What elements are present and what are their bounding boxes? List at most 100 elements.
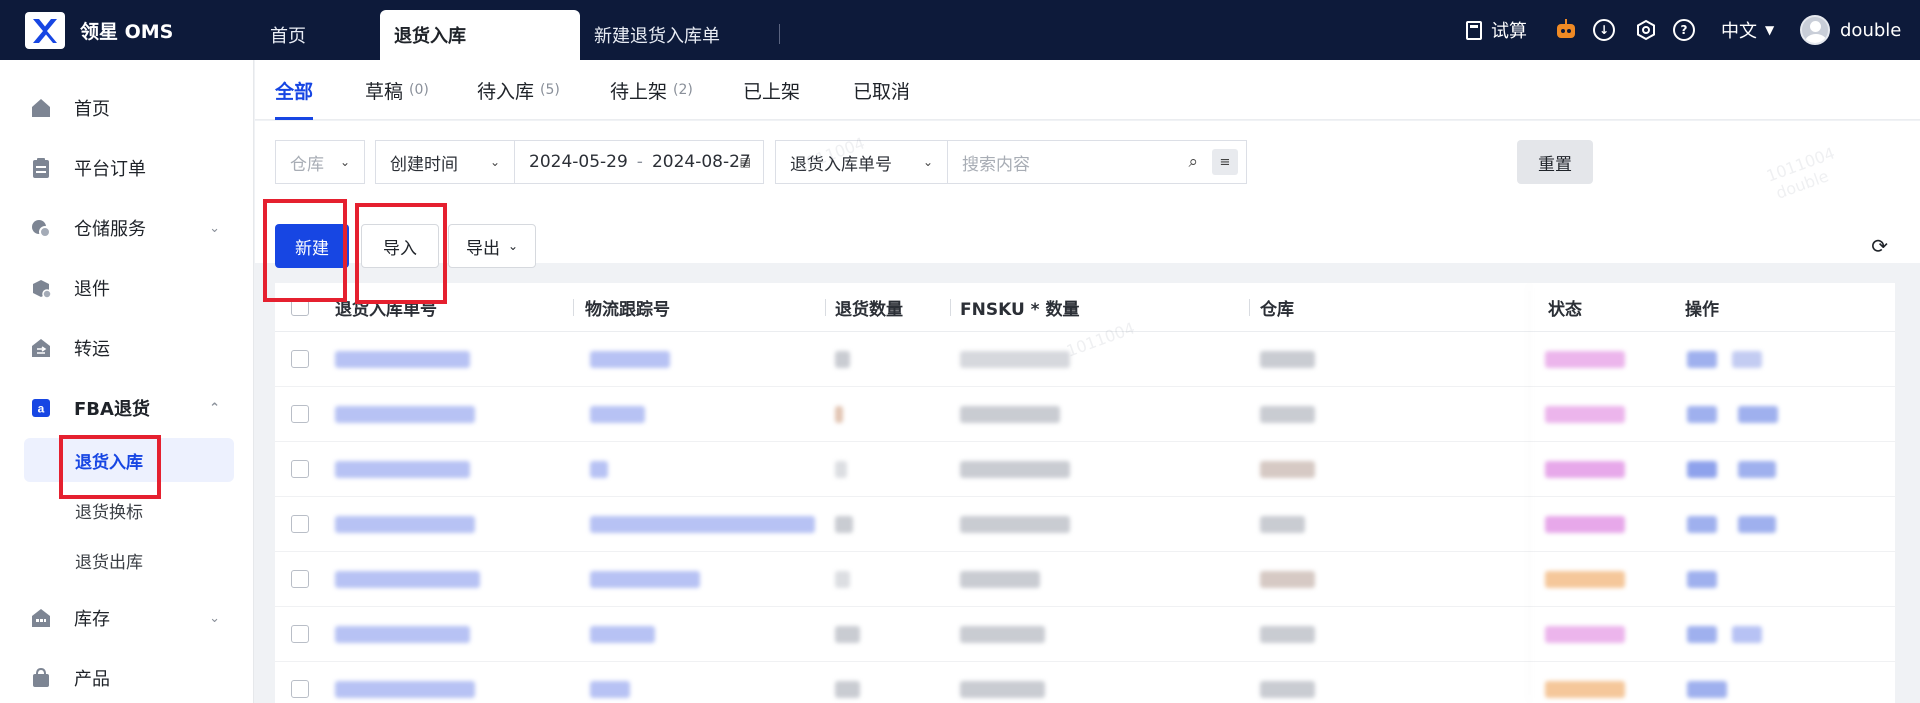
table-row[interactable] [275, 662, 1895, 703]
redacted-tracking-number[interactable] [590, 571, 700, 588]
sidebar-item-label: 产品 [74, 669, 110, 690]
tab-pending-inbound[interactable]: 待入库 (5) [477, 60, 560, 120]
table-row[interactable] [275, 387, 1895, 442]
redacted-action-link[interactable] [1738, 461, 1776, 478]
column-divider [825, 299, 826, 316]
redacted-order-number[interactable] [335, 351, 470, 368]
chevron-down-icon: ⌄ [507, 239, 519, 253]
redacted-tracking-number[interactable] [590, 351, 670, 368]
trial-calc-button[interactable]: 试算 [1466, 0, 1527, 60]
redacted-tracking-number[interactable] [590, 516, 815, 533]
sidebar-item-home[interactable]: 首页 [30, 88, 240, 128]
redacted-order-number[interactable] [335, 461, 470, 478]
sidebar-subitem-return-outbound[interactable]: 退货出库 [24, 538, 234, 582]
search-placeholder: 搜索内容 [962, 154, 1030, 175]
time-type-label: 创建时间 [390, 154, 458, 175]
sidebar-item-warehouse-service[interactable]: 仓储服务 ⌄ [30, 208, 240, 248]
row-checkbox[interactable] [291, 350, 309, 368]
row-checkbox[interactable] [291, 515, 309, 533]
redacted-action-link[interactable] [1687, 461, 1717, 478]
language-select[interactable]: 中文 ▼ [1721, 0, 1774, 60]
refresh-icon[interactable]: ⟳ [1871, 234, 1888, 258]
reset-button[interactable]: 重置 [1517, 140, 1593, 184]
redacted-warehouse [1260, 351, 1315, 368]
redacted-order-number[interactable] [335, 571, 480, 588]
sidebar-item-platform-orders[interactable]: 平台订单 [30, 148, 240, 188]
date-end: 2024-08-27 [651, 152, 751, 172]
row-checkbox[interactable] [291, 460, 309, 478]
sidebar-item-fba-returns[interactable]: a FBA退货 ⌃ [30, 388, 240, 428]
help-icon[interactable]: ? [1673, 0, 1695, 60]
redacted-action-link[interactable] [1738, 406, 1778, 423]
time-type-select[interactable]: 创建时间 ⌄ [375, 140, 515, 184]
table-row[interactable] [275, 442, 1895, 497]
redacted-warehouse [1260, 516, 1305, 533]
bag-icon [30, 667, 52, 689]
redacted-action-link[interactable] [1687, 351, 1717, 368]
redacted-tracking-number[interactable] [590, 406, 645, 423]
sidebar-item-products[interactable]: 产品 [30, 658, 240, 698]
calendar-icon: ▤ [739, 155, 751, 169]
search-field-select[interactable]: 退货入库单号 ⌄ [775, 140, 948, 184]
redacted-tracking-number[interactable] [590, 681, 630, 698]
table-row[interactable] [275, 497, 1895, 552]
top-tab-return-inbound[interactable]: 退货入库 [380, 10, 580, 60]
row-checkbox[interactable] [291, 625, 309, 643]
export-button[interactable]: 导出 ⌄ [448, 224, 536, 268]
tab-pending-shelving[interactable]: 待上架 (2) [610, 60, 693, 120]
sidebar: 首页 平台订单 仓储服务 ⌄ 退件 转运 a FBA退货 ⌃ 退货入库 退货换标… [0, 60, 254, 703]
tab-shelved[interactable]: 已上架 [743, 60, 800, 120]
tab-cancelled[interactable]: 已取消 [853, 60, 910, 120]
redacted-action-link[interactable] [1738, 516, 1776, 533]
status-tabs: 全部 草稿 (0) 待入库 (5) 待上架 (2) 已上架 已取消 [255, 60, 1920, 120]
tab-count: (2) [673, 82, 693, 98]
redacted-action-link[interactable] [1732, 351, 1762, 368]
redacted-quantity [835, 351, 850, 368]
redacted-action-link[interactable] [1687, 571, 1717, 588]
redacted-tracking-number[interactable] [590, 626, 655, 643]
search-input[interactable]: 搜索内容 ⌕ ≡ [947, 140, 1247, 184]
tab-draft[interactable]: 草稿 (0) [365, 60, 429, 120]
redacted-status-badge [1545, 571, 1625, 588]
redacted-status-badge [1545, 516, 1625, 533]
transfer-icon [30, 337, 52, 359]
logo-icon[interactable] [25, 12, 65, 49]
redacted-action-link[interactable] [1687, 516, 1717, 533]
sidebar-item-returns[interactable]: 退件 [30, 268, 240, 308]
redacted-order-number[interactable] [335, 406, 475, 423]
redacted-order-number[interactable] [335, 626, 470, 643]
tab-label: 草稿 [365, 80, 404, 103]
top-tab-home[interactable]: 首页 [256, 10, 320, 60]
table-row[interactable] [275, 332, 1895, 387]
redacted-order-number[interactable] [335, 516, 475, 533]
redacted-status-badge [1545, 681, 1625, 698]
download-icon[interactable]: ↓ [1593, 0, 1615, 60]
redacted-tracking-number[interactable] [590, 461, 608, 478]
redacted-action-link[interactable] [1687, 626, 1717, 643]
column-divider [1249, 299, 1250, 316]
tab-all[interactable]: 全部 [275, 60, 314, 120]
row-checkbox[interactable] [291, 570, 309, 588]
top-tab-new-return-inbound[interactable]: 新建退货入库单 [580, 10, 734, 60]
svg-text:a: a [38, 402, 45, 416]
redacted-action-link[interactable] [1732, 626, 1762, 643]
settings-icon[interactable] [1635, 0, 1657, 60]
table-row[interactable] [275, 552, 1895, 607]
redacted-warehouse [1260, 571, 1315, 588]
date-range-picker[interactable]: 2024-05-29 - 2024-08-27 ▤ [514, 140, 764, 184]
redacted-action-link[interactable] [1687, 406, 1717, 423]
row-checkbox[interactable] [291, 405, 309, 423]
robot-icon[interactable] [1554, 0, 1578, 60]
search-icon[interactable]: ⌕ [1188, 152, 1198, 172]
warehouse-select[interactable]: 仓库 ⌄ [275, 140, 365, 184]
sidebar-item-transfer[interactable]: 转运 [30, 328, 240, 368]
sidebar-item-inventory[interactable]: 库存 ⌄ [30, 598, 240, 638]
redacted-order-number[interactable] [335, 681, 475, 698]
table-row[interactable] [275, 607, 1895, 662]
sidebar-item-label: 仓储服务 [74, 219, 146, 240]
row-checkbox[interactable] [291, 680, 309, 698]
user-menu[interactable]: double [1800, 0, 1901, 60]
multi-search-icon[interactable]: ≡ [1212, 149, 1238, 175]
redacted-action-link[interactable] [1687, 681, 1727, 698]
tab-label: 待入库 [477, 80, 535, 103]
